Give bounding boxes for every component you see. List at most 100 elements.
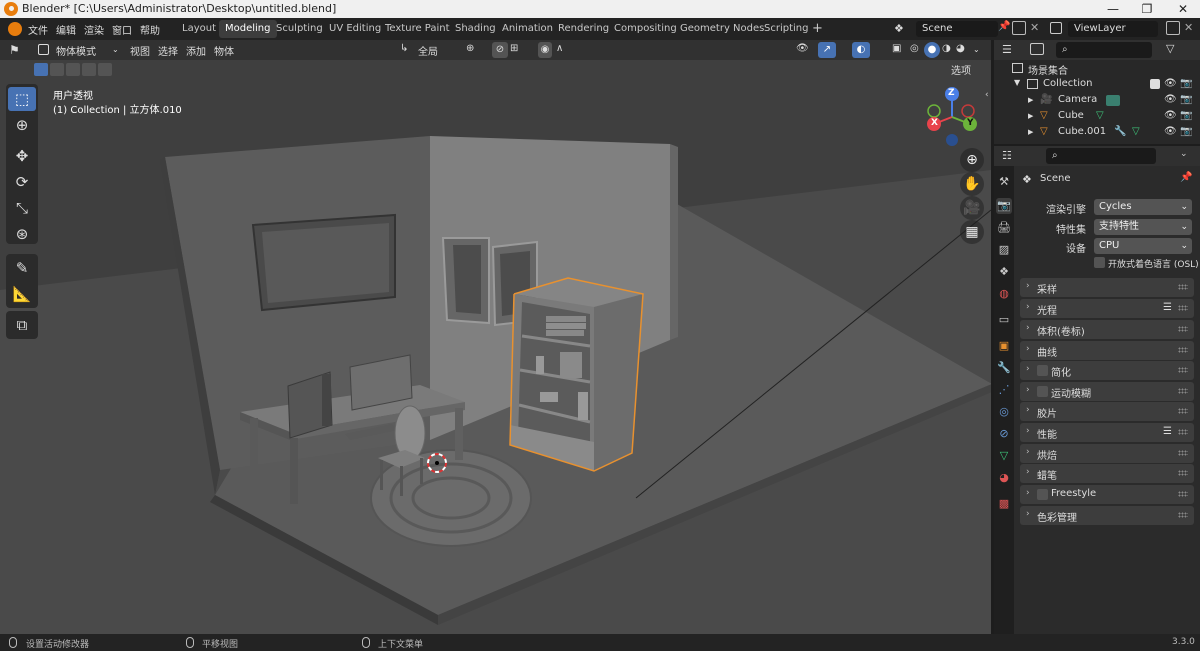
panel-film[interactable]: › 胶片: [1020, 402, 1194, 421]
panel-grease-pencil[interactable]: › 蜡笔: [1020, 464, 1194, 483]
outliner-item-row[interactable]: ▶ 🎥 Camera 👁 📷: [994, 93, 1200, 108]
transform-orientation-icon[interactable]: ↳: [400, 43, 408, 54]
data-tab-icon[interactable]: ▽: [996, 448, 1012, 464]
panel-performance[interactable]: › 性能 ☰: [1020, 423, 1194, 442]
collection-tab-icon[interactable]: ▭: [996, 312, 1012, 328]
scene-icon[interactable]: ❖: [894, 22, 904, 35]
new-scene-icon[interactable]: [1012, 21, 1026, 35]
texture-tab-icon[interactable]: ▩: [996, 496, 1012, 512]
editor-type-icon[interactable]: ⚑: [9, 43, 20, 57]
select-subtract-icon[interactable]: [66, 63, 80, 76]
transform-orientation-selector[interactable]: 全局: [418, 43, 438, 58]
camera-view-icon[interactable]: 🎥: [960, 196, 984, 220]
snap-icon[interactable]: ⊘: [492, 42, 508, 58]
physics-tab-icon[interactable]: ◎: [996, 404, 1012, 420]
move-tool-icon[interactable]: ✥: [8, 144, 36, 168]
cursor-tool-icon[interactable]: ⊕: [8, 113, 36, 137]
view-layer-selector[interactable]: ViewLayer: [1068, 21, 1158, 37]
properties-search-input[interactable]: ⌕: [1046, 148, 1156, 164]
properties-options-icon[interactable]: ⌄: [1180, 149, 1188, 159]
sidebar-toggle-icon[interactable]: ‹: [985, 90, 989, 100]
osl-checkbox[interactable]: [1094, 257, 1105, 268]
select-invert-icon[interactable]: [82, 63, 96, 76]
scale-tool-icon[interactable]: ⤡: [8, 196, 36, 220]
maximize-button[interactable]: ❐: [1130, 0, 1164, 18]
measure-tool-icon[interactable]: 📐: [8, 282, 36, 306]
view-layer-tab-icon[interactable]: ▨: [996, 242, 1012, 258]
scene-selector[interactable]: Scene: [916, 21, 998, 37]
outliner-search-input[interactable]: ⌕: [1056, 42, 1152, 58]
feature-set-select[interactable]: 支持特性 ⌄: [1094, 219, 1192, 235]
render-camera-icon[interactable]: 📷: [1180, 110, 1192, 121]
tab-modeling[interactable]: Modeling: [219, 20, 277, 38]
panel-color-management[interactable]: › 色彩管理: [1020, 506, 1194, 525]
outliner-editor-icon[interactable]: ☰: [1002, 43, 1012, 56]
render-camera-icon[interactable]: 📷: [1180, 94, 1192, 105]
annotate-tool-icon[interactable]: ✎: [8, 256, 36, 280]
3d-viewport[interactable]: ⚑ 物体模式 ⌄ 视图 选择 添加 物体 ↳ 全局 ⊕ ⊘ ⊞ ◉ ∧ 👁 ↗ …: [0, 40, 991, 634]
panel-volumes[interactable]: › 体积(卷标): [1020, 320, 1194, 339]
add-cube-tool-icon[interactable]: ⧉: [8, 313, 36, 337]
tab-layout[interactable]: Layout: [176, 20, 222, 38]
visibility-eye-icon[interactable]: 👁: [1164, 94, 1177, 105]
pin-icon[interactable]: 📌: [998, 21, 1010, 32]
particles-tab-icon[interactable]: ⋰: [996, 382, 1012, 398]
tab-rendering[interactable]: Rendering: [552, 20, 615, 38]
outliner-scene-row[interactable]: 场景集合: [994, 61, 1200, 77]
view-layer-icon[interactable]: [1050, 22, 1062, 34]
panel-bake[interactable]: › 烘焙: [1020, 444, 1194, 463]
transform-tool-icon[interactable]: ⊛: [8, 222, 36, 246]
close-button[interactable]: ✕: [1166, 0, 1200, 18]
tab-uv-editing[interactable]: UV Editing: [323, 20, 387, 38]
tab-shading[interactable]: Shading: [449, 20, 502, 38]
render-camera-icon[interactable]: 📷: [1180, 126, 1192, 137]
proportional-edit-icon[interactable]: ◉: [538, 42, 552, 58]
select-intersect-icon[interactable]: [98, 63, 112, 76]
panel-sampling[interactable]: › 采样: [1020, 278, 1194, 297]
device-select[interactable]: CPU ⌄: [1094, 238, 1192, 254]
visibility-icon[interactable]: 👁: [796, 43, 809, 54]
filter-icon[interactable]: ▽: [1166, 42, 1174, 55]
panel-light-paths[interactable]: › 光程 ☰: [1020, 299, 1194, 318]
world-tab-icon[interactable]: ◍: [996, 286, 1012, 302]
tab-animation[interactable]: Animation: [496, 20, 559, 38]
expand-icon[interactable]: ▶: [1028, 128, 1033, 136]
menu-add[interactable]: 添加: [186, 43, 206, 58]
panel-simplify[interactable]: › 简化: [1020, 361, 1194, 380]
outliner-item-row[interactable]: ▶ ▽ Cube.001 🔧 ▽ 👁 📷: [994, 125, 1200, 140]
tool-tab-icon[interactable]: ⚒: [996, 174, 1012, 190]
menu-view[interactable]: 视图: [130, 43, 150, 58]
rendered-shading-icon[interactable]: ◕: [956, 43, 965, 54]
scene-tab-icon[interactable]: ❖: [996, 264, 1012, 280]
remove-view-layer-icon[interactable]: ✕: [1184, 21, 1193, 34]
constraints-tab-icon[interactable]: ⊘: [996, 426, 1012, 442]
wireframe-shading-icon[interactable]: ◎: [910, 43, 919, 54]
select-new-icon[interactable]: [34, 63, 48, 76]
tab-compositing[interactable]: Compositing: [608, 20, 683, 38]
falloff-icon[interactable]: ∧: [556, 43, 563, 54]
menu-edit[interactable]: 编辑: [56, 22, 76, 37]
mode-selector[interactable]: 物体模式: [56, 43, 96, 58]
options-menu[interactable]: 选项: [951, 62, 971, 77]
menu-select[interactable]: 选择: [158, 43, 178, 58]
menu-help[interactable]: 帮助: [140, 22, 160, 37]
visibility-eye-icon[interactable]: 👁: [1164, 78, 1177, 89]
overlay-toggle-icon[interactable]: ◐: [852, 42, 870, 58]
scene-render[interactable]: [0, 40, 991, 634]
collapse-icon[interactable]: ▼: [1014, 78, 1020, 87]
properties-editor-icon[interactable]: ☷: [1002, 149, 1012, 162]
tab-texture-paint[interactable]: Texture Paint: [379, 20, 456, 38]
xray-icon[interactable]: ▣: [892, 43, 901, 54]
render-tab-icon[interactable]: 📷: [996, 198, 1012, 214]
pin-icon[interactable]: 📌: [1180, 172, 1192, 183]
panel-freestyle[interactable]: › Freestyle: [1020, 485, 1194, 504]
blender-menu-icon[interactable]: [8, 22, 22, 36]
ortho-grid-icon[interactable]: ▦: [960, 220, 984, 244]
material-tab-icon[interactable]: ◕: [996, 470, 1012, 486]
output-tab-icon[interactable]: 🖨: [996, 220, 1012, 236]
select-tool-icon[interactable]: ⬚: [8, 87, 36, 111]
pivot-point-icon[interactable]: ⊕: [466, 43, 474, 54]
menu-file[interactable]: 文件: [28, 22, 48, 37]
gizmo-toggle-icon[interactable]: ↗: [818, 42, 836, 58]
select-extend-icon[interactable]: [50, 63, 64, 76]
